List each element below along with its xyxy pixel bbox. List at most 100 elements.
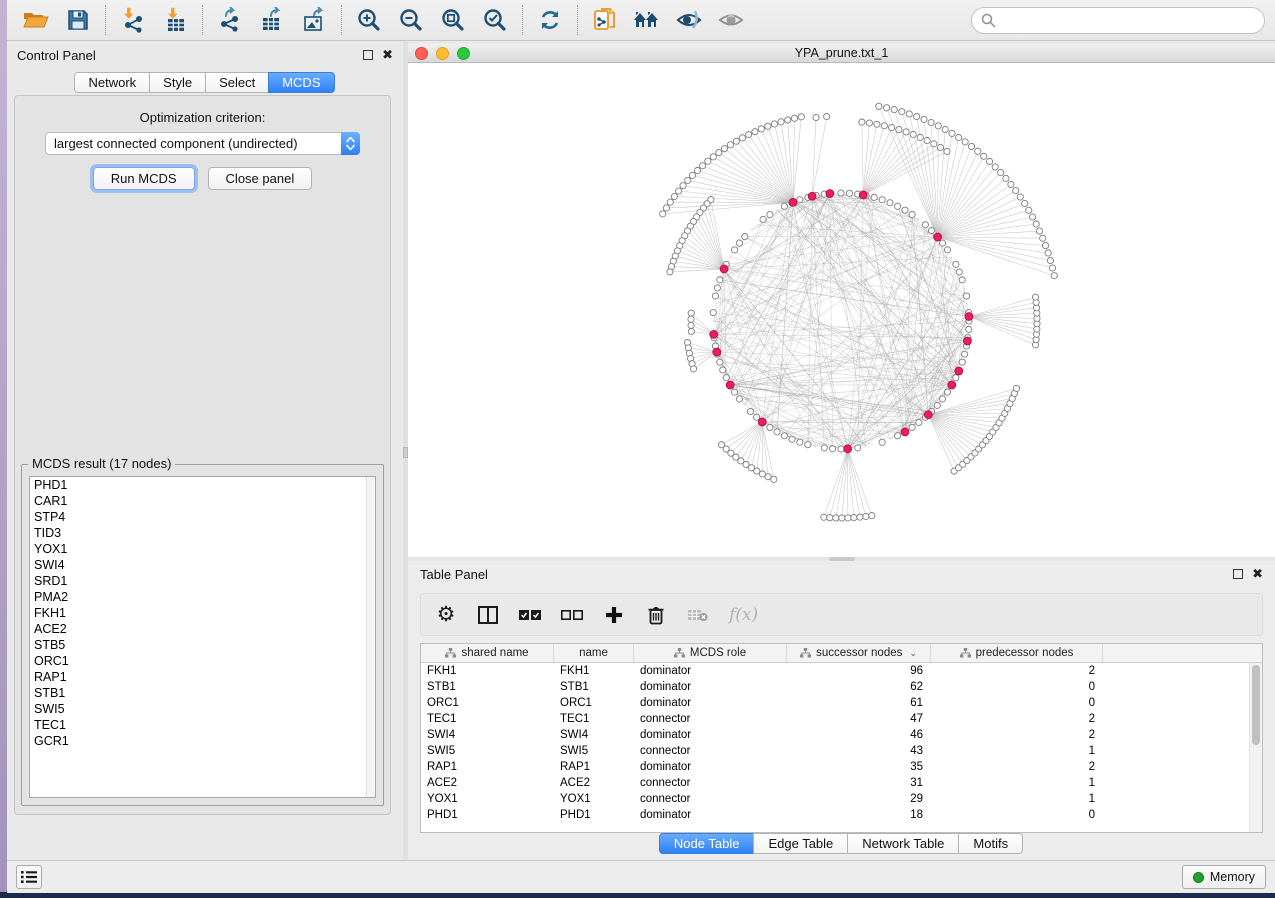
cell-mcds_role[interactable]: connector <box>634 777 787 789</box>
network-node[interactable] <box>879 439 885 445</box>
network-node[interactable] <box>821 445 827 451</box>
network-node[interactable] <box>959 359 965 365</box>
mcds-result-item[interactable]: TID3 <box>30 525 375 541</box>
browse-networks-button[interactable] <box>632 5 662 35</box>
cell-predecessor_nodes[interactable]: 0 <box>931 809 1103 821</box>
tab-edge-table[interactable]: Edge Table <box>753 833 848 854</box>
cell-name[interactable]: YOX1 <box>554 793 634 805</box>
network-node[interactable] <box>1049 265 1055 271</box>
select-all-button[interactable] <box>519 603 541 627</box>
network-node[interactable] <box>859 119 865 125</box>
mcds-dominator-node[interactable] <box>713 348 721 356</box>
mcds-result-item[interactable]: YOX1 <box>30 541 375 557</box>
show-columns-button[interactable] <box>477 603 499 627</box>
network-node[interactable] <box>688 310 694 316</box>
network-node[interactable] <box>827 515 833 521</box>
cell-mcds_role[interactable]: connector <box>634 713 787 725</box>
cell-predecessor_nodes[interactable]: 2 <box>931 761 1103 773</box>
network-node[interactable] <box>863 513 869 519</box>
network-node[interactable] <box>785 117 791 123</box>
mcds-dominator-node[interactable] <box>948 381 956 389</box>
network-node[interactable] <box>705 158 711 164</box>
network-node[interactable] <box>931 141 937 147</box>
cell-mcds_role[interactable]: dominator <box>634 809 787 821</box>
network-node[interactable] <box>731 247 737 253</box>
show-graphics-details-button[interactable] <box>716 5 746 35</box>
table-scrollbar[interactable] <box>1249 663 1262 832</box>
zoom-selected-button[interactable] <box>480 5 510 35</box>
network-node[interactable] <box>839 515 845 521</box>
network-node[interactable] <box>797 197 803 203</box>
cell-shared_name[interactable]: SWI4 <box>421 729 554 741</box>
network-node[interactable] <box>937 144 943 150</box>
network-node[interactable] <box>838 446 844 452</box>
network-node[interactable] <box>1036 228 1042 234</box>
cell-successor_nodes[interactable]: 18 <box>787 809 931 821</box>
cell-shared_name[interactable]: SWI5 <box>421 745 554 757</box>
network-node[interactable] <box>805 442 811 448</box>
close-panel-button[interactable]: Close panel <box>208 167 313 190</box>
network-node[interactable] <box>663 205 669 211</box>
export-image-button[interactable] <box>299 5 329 35</box>
network-node[interactable] <box>909 211 915 217</box>
tab-select[interactable]: Select <box>205 72 269 93</box>
network-node[interactable] <box>699 163 705 169</box>
cell-successor_nodes[interactable]: 47 <box>787 713 931 725</box>
mcds-dominator-node[interactable] <box>965 313 973 321</box>
cell-name[interactable]: RAP1 <box>554 761 634 773</box>
cell-name[interactable]: PHD1 <box>554 809 634 821</box>
network-node[interactable] <box>714 285 720 291</box>
mcds-dominator-node[interactable] <box>726 381 734 389</box>
network-node[interactable] <box>914 113 920 119</box>
network-node[interactable] <box>903 129 909 135</box>
mcds-result-item[interactable]: STB1 <box>30 685 375 701</box>
cell-predecessor_nodes[interactable]: 0 <box>931 681 1103 693</box>
network-node[interactable] <box>944 389 950 395</box>
mcds-dominator-node[interactable] <box>964 337 972 345</box>
network-node[interactable] <box>767 424 773 430</box>
mcds-result-item[interactable]: SRD1 <box>30 573 375 589</box>
table-row[interactable]: STB1STB1dominator620 <box>421 679 1249 695</box>
network-node[interactable] <box>688 316 694 322</box>
network-node[interactable] <box>896 126 902 132</box>
network-node[interactable] <box>690 366 696 372</box>
network-node[interactable] <box>953 261 959 267</box>
network-node[interactable] <box>742 234 748 240</box>
open-button[interactable] <box>21 5 51 35</box>
network-node[interactable] <box>767 211 773 217</box>
network-node[interactable] <box>789 436 795 442</box>
network-node[interactable] <box>721 146 727 152</box>
column-header-name[interactable]: name <box>554 644 634 662</box>
network-node[interactable] <box>791 115 797 121</box>
cell-name[interactable]: TEC1 <box>554 713 634 725</box>
cell-shared_name[interactable]: RAP1 <box>421 761 554 773</box>
mcds-result-item[interactable]: GCR1 <box>30 733 375 749</box>
table-row[interactable]: TEC1TEC1connector472 <box>421 711 1249 727</box>
column-header-MCDS-role[interactable]: MCDS role <box>634 644 787 662</box>
save-button[interactable] <box>63 5 93 35</box>
network-node[interactable] <box>688 328 694 334</box>
cell-shared_name[interactable]: ORC1 <box>421 697 554 709</box>
network-node[interactable] <box>712 293 718 299</box>
mcds-result-item[interactable]: STP4 <box>30 509 375 525</box>
network-node[interactable] <box>833 515 839 521</box>
tab-node-table[interactable]: Node Table <box>659 833 755 854</box>
cell-predecessor_nodes[interactable]: 1 <box>931 745 1103 757</box>
task-history-button[interactable] <box>16 865 42 889</box>
table-row[interactable]: PHD1PHD1dominator180 <box>421 807 1249 823</box>
network-node[interactable] <box>671 193 677 199</box>
network-node[interactable] <box>924 137 930 143</box>
mcds-result-item[interactable]: CAR1 <box>30 493 375 509</box>
network-node[interactable] <box>821 514 827 520</box>
network-node[interactable] <box>1040 235 1046 241</box>
cell-shared_name[interactable]: FKH1 <box>421 665 554 677</box>
mcds-result-list[interactable]: PHD1CAR1STP4TID3YOX1SWI4SRD1PMA2FKH1ACE2… <box>29 476 376 798</box>
network-node[interactable] <box>1033 221 1039 227</box>
network-node[interactable] <box>830 446 836 452</box>
network-node[interactable] <box>874 121 880 127</box>
network-node[interactable] <box>813 114 819 120</box>
network-node[interactable] <box>966 326 972 332</box>
mcds-dominator-node[interactable] <box>710 330 718 338</box>
network-node[interactable] <box>710 154 716 160</box>
network-node[interactable] <box>797 439 803 445</box>
